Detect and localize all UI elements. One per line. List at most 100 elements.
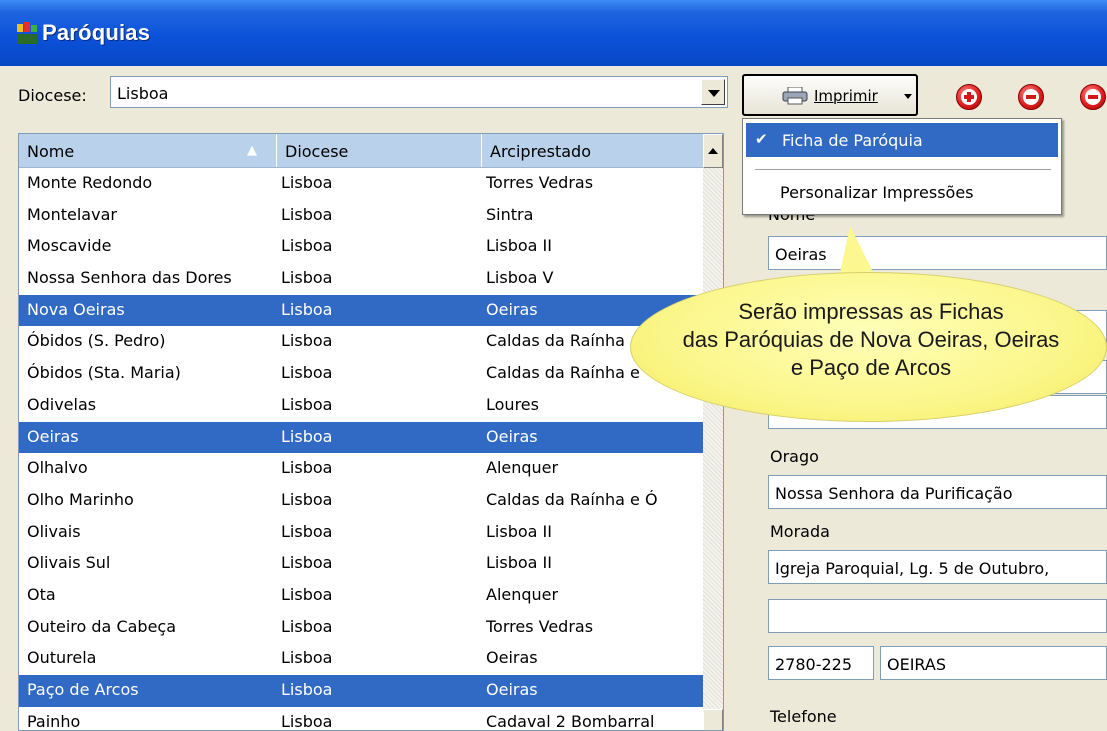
remove-icon[interactable] xyxy=(1018,84,1044,110)
menu-item-personalizar[interactable]: Personalizar Impressões xyxy=(780,183,974,202)
column-header-arciprestado[interactable]: Arciprestado xyxy=(482,134,705,167)
print-label: Imprimir xyxy=(814,87,878,105)
cell-diocese: Lisboa xyxy=(281,426,333,446)
cell-diocese: Lisboa xyxy=(281,268,333,288)
cell-nome: Paço de Arcos xyxy=(27,680,139,699)
cell-arciprestado: Lisboa II xyxy=(486,236,552,256)
locality-field[interactable]: OEIRAS xyxy=(880,646,1107,680)
diocese-label: Diocese: xyxy=(18,86,87,105)
orago-label: Orago xyxy=(770,447,819,466)
morada-label: Morada xyxy=(770,522,830,541)
scroll-up-icon[interactable] xyxy=(703,134,723,168)
cell-diocese: Lisboa xyxy=(281,204,333,224)
cell-diocese: Lisboa xyxy=(281,521,333,541)
menu-item-ficha-paroquia[interactable]: ✔ Ficha de Paróquia xyxy=(746,123,1058,157)
diocese-select[interactable]: Lisboa xyxy=(110,76,728,108)
cell-nome: Olho Marinho xyxy=(27,489,134,509)
column-header-diocese[interactable]: Diocese xyxy=(277,134,482,167)
cell-nome: Olivais Sul xyxy=(27,553,111,573)
chevron-down-icon[interactable] xyxy=(701,79,725,105)
table-row[interactable]: Outurela Lisboa Oeiras xyxy=(19,643,705,675)
cell-arciprestado: Lisboa II xyxy=(486,553,552,573)
cell-arciprestado: Caldas da Raínha e Ó xyxy=(486,489,658,509)
cell-arciprestado: Loures xyxy=(486,394,539,414)
cell-nome: Monte Redondo xyxy=(27,173,153,192)
grid-rows: Monte Redondo Lisboa Torres Vedras Montelav… xyxy=(19,168,705,731)
orago-field[interactable]: Nossa Senhora da Purificação xyxy=(768,475,1107,509)
table-row[interactable]: Ota Lisboa Alenquer xyxy=(19,580,705,612)
table-row[interactable]: Montelavar Lisboa Sintra xyxy=(19,200,705,232)
morada-line1-value: Igreja Paroquial, Lg. 5 de Outubro, xyxy=(775,559,1050,578)
orago-value: Nossa Senhora da Purificação xyxy=(775,484,1013,503)
cell-diocese: Lisboa xyxy=(281,331,333,351)
table-row[interactable]: Monte Redondo Lisboa Torres Vedras xyxy=(19,168,705,200)
cell-arciprestado: Torres Vedras xyxy=(486,616,594,636)
column-header-label: Diocese xyxy=(285,142,349,161)
cell-nome: Óbidos (Sta. Maria) xyxy=(27,363,181,383)
checkmark-icon: ✔ xyxy=(755,130,768,148)
cell-diocese: Lisboa xyxy=(281,711,333,731)
dropdown-caret-icon xyxy=(904,94,912,99)
cell-arciprestado: Oeiras xyxy=(486,680,538,699)
balloon-line: das Paróquias de Nova Oeiras, Oeiras xyxy=(682,327,1060,352)
cell-nome: Óbidos (S. Pedro) xyxy=(27,331,166,351)
nome-value: Oeiras xyxy=(775,245,827,264)
table-row[interactable]: Olhalvo Lisboa Alenquer xyxy=(19,453,705,485)
morada-line1-field[interactable]: Igreja Paroquial, Lg. 5 de Outubro, xyxy=(768,550,1107,584)
scrollbar-thumb[interactable] xyxy=(703,709,723,730)
cell-diocese: Lisboa xyxy=(281,394,333,414)
grid-header: Nome ▲ Diocese Arciprestado xyxy=(19,134,705,168)
table-row[interactable]: Oeiras Lisboa Oeiras xyxy=(19,421,705,454)
vertical-scrollbar[interactable] xyxy=(703,134,723,730)
table-row[interactable]: Paço de Arcos Lisboa Oeiras xyxy=(19,675,705,707)
nome-field[interactable]: Oeiras xyxy=(768,236,1107,270)
cell-arciprestado: Cadaval 2 Bombarral xyxy=(486,711,655,731)
cell-nome: Nossa Senhora das Dores xyxy=(27,268,232,288)
column-header-label: Arciprestado xyxy=(490,142,591,161)
cell-nome: Olivais xyxy=(27,521,81,541)
cell-nome: Painho xyxy=(27,711,81,731)
add-icon[interactable] xyxy=(956,84,982,110)
table-row[interactable]: Outeiro da Cabeça Lisboa Torres Vedras xyxy=(19,612,705,644)
app-icon xyxy=(17,22,37,44)
sort-ascending-icon: ▲ xyxy=(247,143,257,158)
balloon-line: Serão impressas as Fichas xyxy=(738,299,1004,324)
cell-arciprestado: Oeiras xyxy=(486,648,538,668)
telefone-label: Telefone xyxy=(770,707,837,726)
table-row[interactable]: Óbidos (S. Pedro) Lisboa Caldas da Raínha xyxy=(19,326,705,358)
cell-diocese: Lisboa xyxy=(281,236,333,256)
locality-value: OEIRAS xyxy=(887,655,946,674)
cell-diocese: Lisboa xyxy=(281,173,333,192)
postal-code-field[interactable]: 2780-225 xyxy=(768,646,874,680)
window-title: Paróquias xyxy=(42,20,151,45)
column-header-nome[interactable]: Nome ▲ xyxy=(19,134,277,167)
table-row[interactable]: Olivais Lisboa Lisboa II xyxy=(19,517,705,549)
table-row[interactable]: Nossa Senhora das Dores Lisboa Lisboa V xyxy=(19,263,705,295)
delete-icon[interactable] xyxy=(1080,84,1106,110)
table-row[interactable]: Painho Lisboa Cadaval 2 Bombarral xyxy=(19,707,705,731)
parish-grid[interactable]: Nome ▲ Diocese Arciprestado Monte Redond… xyxy=(18,133,724,731)
morada-line2-field[interactable] xyxy=(768,599,1107,633)
cell-diocese: Lisboa xyxy=(281,489,333,509)
table-row[interactable]: Olivais Sul Lisboa Lisboa II xyxy=(19,548,705,580)
cell-nome: Outeiro da Cabeça xyxy=(27,616,177,636)
cell-diocese: Lisboa xyxy=(281,616,333,636)
table-row[interactable]: Odivelas Lisboa Loures xyxy=(19,390,705,422)
table-row[interactable]: Moscavide Lisboa Lisboa II xyxy=(19,231,705,263)
table-row[interactable]: Olho Marinho Lisboa Caldas da Raínha e Ó xyxy=(19,485,705,517)
cell-arciprestado: Alenquer xyxy=(486,458,559,478)
cell-arciprestado: Torres Vedras xyxy=(486,173,594,192)
table-row[interactable]: Nova Oeiras Lisboa Oeiras xyxy=(19,294,705,327)
table-row[interactable]: Óbidos (Sta. Maria) Lisboa Caldas da Raính… xyxy=(19,358,705,390)
cell-diocese: Lisboa xyxy=(281,299,333,319)
print-menu: ✔ Ficha de Paróquia Personalizar Impress… xyxy=(742,118,1062,215)
cell-arciprestado: Lisboa V xyxy=(486,268,554,288)
diocese-value: Lisboa xyxy=(117,84,169,103)
title-bar[interactable]: Paróquias xyxy=(0,0,1107,66)
print-button[interactable]: Imprimir xyxy=(742,74,918,116)
cell-nome: Moscavide xyxy=(27,236,112,256)
postal-code-value: 2780-225 xyxy=(775,655,853,674)
menu-item-label: Ficha de Paróquia xyxy=(782,131,923,150)
cell-nome: Ota xyxy=(27,584,56,604)
cell-diocese: Lisboa xyxy=(281,363,333,383)
